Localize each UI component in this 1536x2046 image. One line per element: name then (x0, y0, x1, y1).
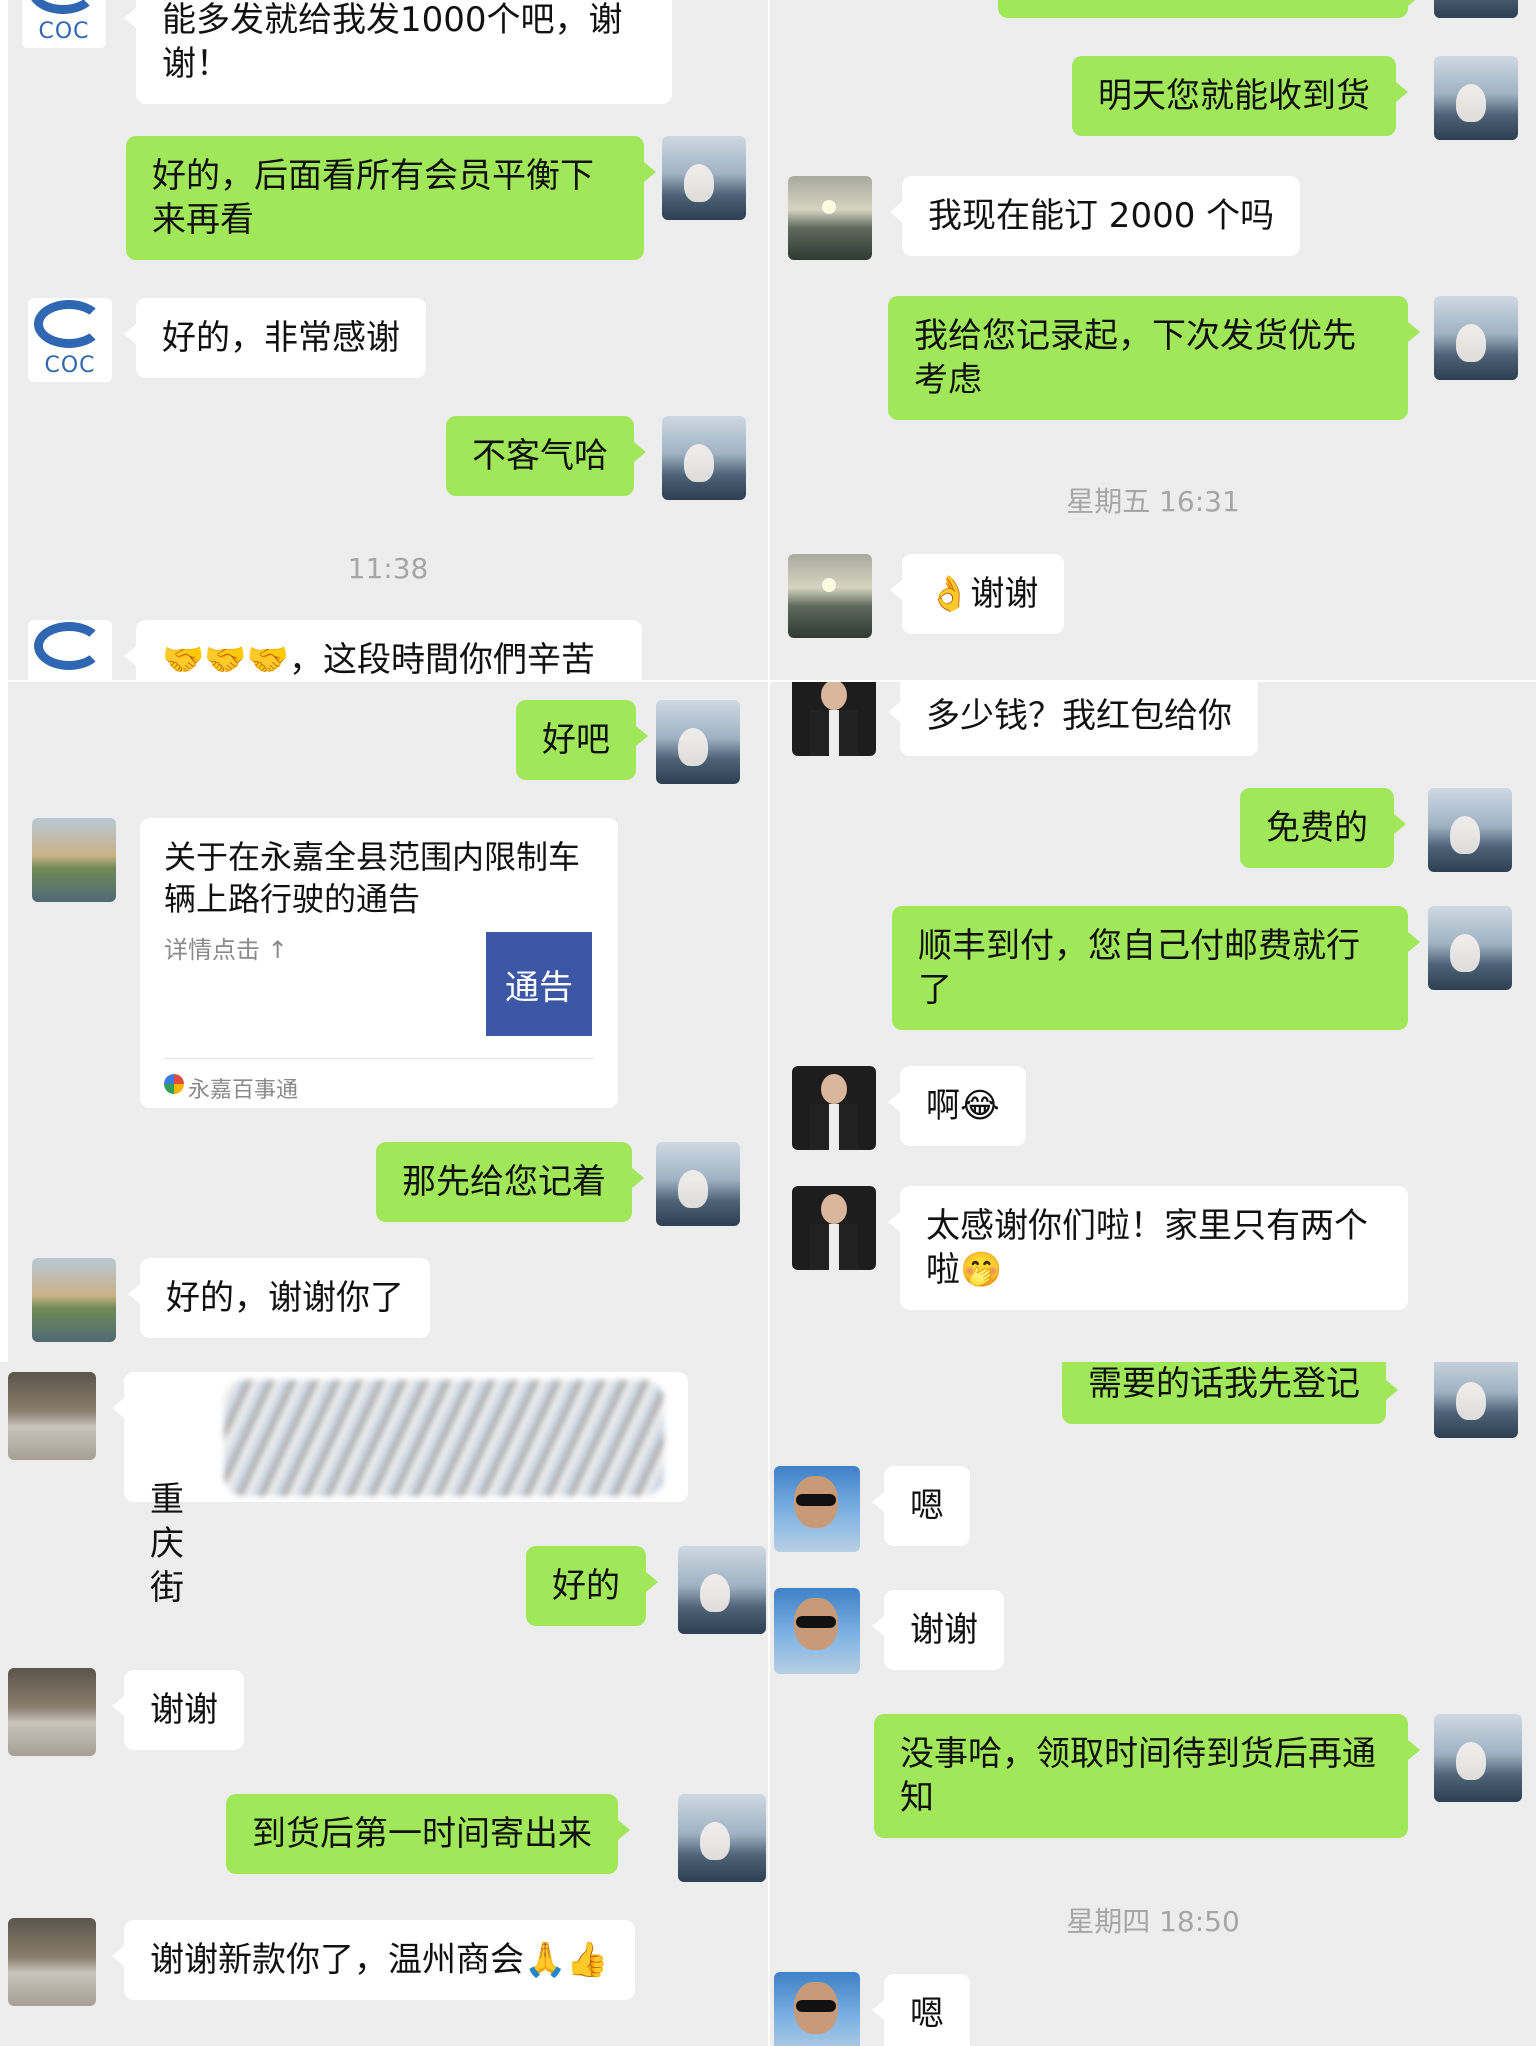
message-incoming[interactable]: 谢谢 (872, 1590, 1004, 1670)
divider (164, 1058, 594, 1059)
message-outgoing[interactable]: 好的 (526, 1546, 658, 1626)
message-outgoing[interactable]: 明天您就能收到货 (1072, 56, 1408, 136)
timestamp: 星期五 16:31 (1066, 485, 1240, 518)
self-avatar[interactable] (1428, 788, 1512, 872)
message-incoming[interactable]: 多少钱？我红包给你 (888, 682, 1258, 756)
self-avatar[interactable] (1434, 296, 1518, 380)
message-outgoing[interactable]: 不客气哈 (446, 416, 646, 496)
message-outgoing[interactable]: 我给您记录起，下次发货优先考虑 (888, 296, 1420, 420)
chat-panel-2[interactable]: 明天您就能收到货 我现在能订 2000 个吗 我给您记录起，下次发货优先考虑 星… (770, 0, 1536, 680)
contact-avatar-suit[interactable] (792, 1066, 876, 1150)
contact-avatar-sunset[interactable] (788, 554, 872, 638)
self-avatar[interactable] (662, 416, 746, 500)
message-incoming[interactable]: 🤝🤝🤝，这段時間你們辛苦 (124, 620, 642, 680)
message-incoming[interactable]: 能多发就给我发1000个吧，谢谢！ (124, 0, 672, 104)
coc-logo-icon (34, 300, 104, 348)
redacted-blur (224, 1380, 664, 1496)
message-incoming[interactable]: 👌谢谢 (889, 554, 1065, 634)
contact-avatar-town[interactable] (32, 818, 116, 902)
message-incoming[interactable]: 谢谢新款你了，温州商会🙏👍 (112, 1920, 635, 2000)
article-card-title: 关于在永嘉全县范围内限制车辆上路行驶的通告 (164, 838, 581, 918)
message-incoming[interactable]: 我现在能订 2000 个吗 (889, 176, 1301, 256)
message-incoming[interactable]: 好的，非常感谢 (124, 298, 426, 378)
message-outgoing[interactable]: 那先给您记着 (376, 1142, 644, 1222)
contact-avatar-coc[interactable] (28, 620, 112, 680)
self-avatar[interactable] (678, 1546, 766, 1634)
message-outgoing[interactable]: 顺丰到付，您自己付邮费就行了 (892, 906, 1420, 1030)
self-avatar[interactable] (1434, 0, 1518, 18)
article-card-source: 永嘉百事通 (188, 1078, 299, 1103)
chat-panel-6[interactable]: 需要的话我先登记 嗯 谢谢 没事哈，领取时间待到货后再通知 星期四 18:50 … (770, 1362, 1536, 2046)
coc-logo-text: COC (38, 19, 90, 44)
message-outgoing[interactable]: 到货后第一时间寄出来 (226, 1794, 630, 1874)
self-avatar[interactable] (1428, 906, 1512, 990)
message-outgoing[interactable]: 免费的 (1240, 788, 1406, 868)
message-incoming[interactable]: 好的，谢谢你了 (128, 1258, 430, 1338)
message-incoming[interactable]: 啊😂 (888, 1066, 1026, 1146)
chat-screenshot-collage: COC 能多发就给我发1000个吧，谢谢！ 好的，后面看所有会员平衡下来再看 C… (0, 0, 1536, 2046)
self-avatar[interactable] (656, 700, 740, 784)
coc-logo-icon (34, 622, 104, 670)
chat-panel-4[interactable]: 多少钱？我红包给你 免费的 顺丰到付，您自己付邮费就行了 啊😂 太感谢你们啦！家… (770, 682, 1536, 1362)
article-card-thumbnail: 通告 (486, 932, 592, 1036)
contact-avatar-sunset[interactable] (788, 176, 872, 260)
self-avatar[interactable] (662, 136, 746, 220)
contact-avatar-town[interactable] (32, 1258, 116, 1342)
message-incoming[interactable]: 嗯 (872, 1974, 970, 2046)
contact-avatar-sunglasses[interactable] (774, 1466, 860, 1552)
source-app-icon (164, 1074, 184, 1094)
timestamp: 星期四 18:50 (1066, 1905, 1240, 1938)
self-avatar[interactable] (1434, 1362, 1518, 1438)
article-card[interactable]: 关于在永嘉全县范围内限制车辆上路行驶的通告 详情点击 ↑ 通告 永嘉百事通 (140, 818, 618, 1108)
timestamp: 11:38 (347, 552, 429, 585)
message-outgoing[interactable]: 没事哈，领取时间待到货后再通知 (874, 1714, 1420, 1838)
coc-logo-icon (28, 0, 98, 14)
contact-avatar-street[interactable] (8, 1918, 96, 2006)
message-incoming[interactable]: 谢谢 (112, 1670, 244, 1750)
contact-avatar-street[interactable] (8, 1372, 96, 1460)
message-incoming-address[interactable]: 重庆 街 (112, 1372, 688, 1608)
self-avatar[interactable] (656, 1142, 740, 1226)
self-avatar[interactable] (678, 1794, 766, 1882)
message-outgoing[interactable]: 好的，后面看所有会员平衡下来再看 (126, 136, 656, 260)
message-outgoing[interactable]: 需要的话我先登记 (1062, 1362, 1398, 1424)
contact-avatar-suit[interactable] (792, 1186, 876, 1270)
chat-panel-1[interactable]: COC 能多发就给我发1000个吧，谢谢！ 好的，后面看所有会员平衡下来再看 C… (8, 0, 768, 680)
message-incoming[interactable]: 太感谢你们啦！家里只有两个啦🤭 (888, 1186, 1408, 1310)
contact-avatar-street[interactable] (8, 1668, 96, 1756)
contact-avatar-suit[interactable] (792, 682, 876, 756)
self-avatar[interactable] (1434, 1714, 1522, 1802)
article-card-desc: 详情点击 ↑ (164, 936, 288, 964)
coc-logo-text: COC (44, 353, 96, 378)
message-outgoing[interactable] (998, 0, 1420, 18)
address-text: 重庆 街 (150, 1480, 195, 1608)
contact-avatar-sunglasses[interactable] (774, 1972, 860, 2046)
message-outgoing[interactable]: 好吧 (516, 700, 648, 780)
self-avatar[interactable] (1434, 56, 1518, 140)
contact-avatar-coc[interactable]: COC (28, 298, 112, 382)
contact-avatar-sunglasses[interactable] (774, 1588, 860, 1674)
contact-avatar-coc[interactable]: COC (22, 0, 106, 48)
message-incoming[interactable]: 嗯 (872, 1466, 970, 1546)
chat-panel-3[interactable]: 好吧 关于在永嘉全县范围内限制车辆上路行驶的通告 详情点击 ↑ 通告 永嘉百事通… (8, 682, 768, 1362)
chat-panel-5[interactable]: 重庆 街 好的 谢谢 到货后第一时间寄出来 谢谢新款你了，温州商会🙏👍 (0, 1362, 768, 2046)
